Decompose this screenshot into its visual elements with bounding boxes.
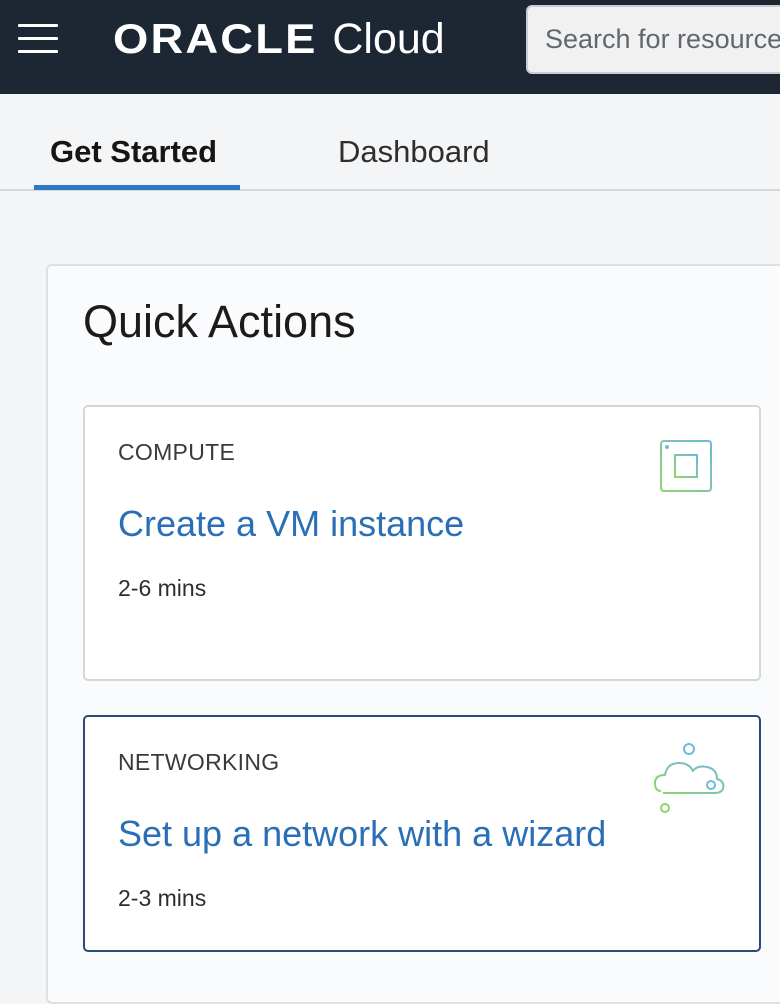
- tab-get-started[interactable]: Get Started: [50, 134, 217, 170]
- hamburger-menu-icon[interactable]: [18, 24, 58, 53]
- card-category: NETWORKING: [118, 749, 280, 775]
- logo-brand: ORACLE: [113, 15, 318, 62]
- quick-action-card-compute[interactable]: COMPUTE Create a VM instance 2-6 mins: [83, 405, 761, 681]
- tab-dashboard[interactable]: Dashboard: [338, 134, 490, 170]
- top-header: ORACLE Cloud: [0, 0, 780, 94]
- setup-network-wizard-link[interactable]: Set up a network with a wizard: [118, 813, 606, 855]
- quick-actions-title: Quick Actions: [83, 296, 356, 347]
- active-tab-indicator: [34, 185, 240, 190]
- logo-product: Cloud: [332, 14, 445, 63]
- quick-actions-panel: Quick Actions COMPUTE Create a VM instan…: [46, 264, 780, 1004]
- cloud-network-icon: [654, 743, 725, 813]
- tab-bar: Get Started Dashboard: [0, 94, 780, 191]
- chip-icon: [653, 433, 719, 499]
- quick-action-card-networking[interactable]: NETWORKING Set up a network with a wizar…: [83, 715, 761, 952]
- create-vm-instance-link[interactable]: Create a VM instance: [118, 503, 464, 545]
- search-input[interactable]: [526, 5, 780, 74]
- card-duration: 2-3 mins: [118, 885, 207, 911]
- oracle-cloud-logo[interactable]: ORACLE Cloud: [113, 14, 445, 64]
- card-duration: 2-6 mins: [118, 575, 207, 601]
- card-category: COMPUTE: [118, 439, 236, 465]
